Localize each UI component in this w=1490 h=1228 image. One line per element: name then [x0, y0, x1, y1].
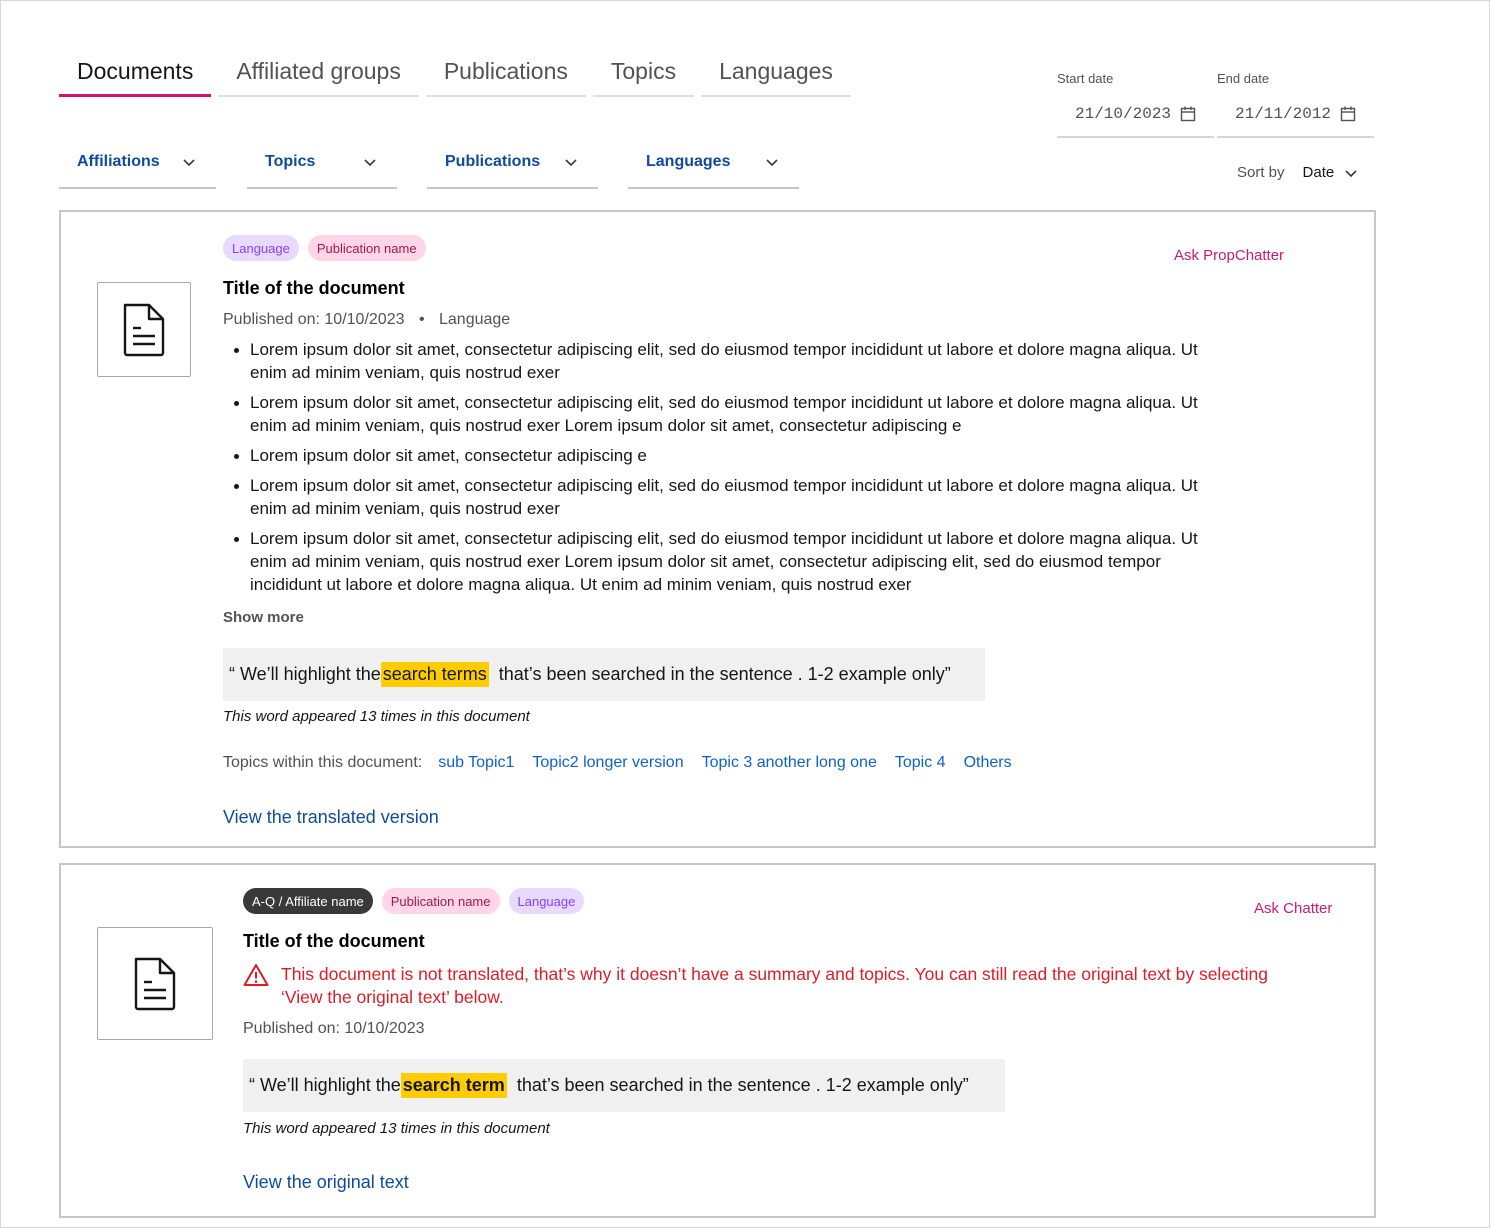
not-translated-warning: This document is not translated, that’s …: [243, 963, 1283, 1009]
app-frame: Documents Affiliated groups Publications…: [0, 0, 1490, 1228]
language-tag[interactable]: Language: [223, 235, 299, 261]
warning-icon: [243, 964, 269, 986]
list-item: Lorem ipsum dolor sit amet, consectetur …: [224, 527, 1234, 596]
meta-separator: •: [418, 311, 425, 328]
list-item: Lorem ipsum dolor sit amet, consectetur …: [224, 444, 1234, 467]
chevron-down-icon[interactable]: [1344, 168, 1358, 178]
filter-affiliations-label: Affiliations: [77, 153, 160, 170]
occurrence-count: This word appeared 13 times in this docu…: [223, 708, 530, 725]
calendar-icon[interactable]: [1180, 106, 1196, 122]
list-item: Lorem ipsum dolor sit amet, consectetur …: [224, 391, 1234, 437]
tab-topics[interactable]: Topics: [592, 53, 695, 97]
summary-list: Lorem ipsum dolor sit amet, consectetur …: [224, 338, 1234, 603]
publication-tag[interactable]: Publication name: [307, 235, 426, 261]
start-date-input[interactable]: 21/10/2023: [1057, 98, 1214, 138]
end-date-value: 21/11/2012: [1235, 105, 1332, 123]
affiliate-tag[interactable]: A-Q / Affiliate name: [243, 888, 373, 914]
tag-list: Language Publication name: [223, 235, 426, 261]
language-tag[interactable]: Language: [508, 888, 585, 914]
search-snippet: “ We’ll highlight the search terms that’…: [223, 648, 985, 701]
topics-row: Topics within this document: sub Topic1 …: [223, 754, 1030, 772]
start-date-picker: Start date 21/10/2023: [1057, 71, 1214, 138]
filter-topics[interactable]: Topics: [247, 145, 397, 189]
search-term-highlight: search terms: [380, 662, 489, 687]
tab-affiliated-groups[interactable]: Affiliated groups: [218, 53, 419, 97]
topic-link[interactable]: sub Topic1: [438, 754, 514, 772]
tag-list: A-Q / Affiliate name Publication name La…: [243, 888, 585, 914]
published-date: Published on: 10/10/2023: [223, 311, 405, 328]
published-date: Published on: 10/10/2023: [243, 1020, 425, 1037]
snippet-text-before: “ We’ll highlight the: [249, 1075, 401, 1095]
ask-chatter-link[interactable]: Ask Chatter: [1254, 900, 1332, 917]
filter-languages[interactable]: Languages: [628, 145, 799, 189]
occurrence-count: This word appeared 13 times in this docu…: [243, 1120, 550, 1137]
end-date-label: End date: [1217, 71, 1270, 86]
topics-label: Topics within this document:: [223, 754, 423, 771]
document-meta: Published on: 10/10/2023 • Language: [223, 311, 510, 329]
list-item: Lorem ipsum dolor sit amet, consectetur …: [224, 474, 1234, 520]
snippet-text-after: that’s been searched in the sentence . 1…: [488, 664, 951, 684]
document-card: A-Q / Affiliate name Publication name La…: [59, 863, 1376, 1218]
chevron-down-icon: [183, 159, 195, 167]
list-item: Lorem ipsum dolor sit amet, consectetur …: [224, 338, 1234, 384]
chevron-down-icon: [364, 159, 376, 167]
filter-publications[interactable]: Publications: [427, 145, 598, 189]
filter-publications-label: Publications: [445, 153, 541, 170]
snippet-text-after: that’s been searched in the sentence . 1…: [506, 1075, 969, 1095]
document-icon: [123, 303, 165, 356]
sort-by-label: Sort by: [1237, 164, 1285, 181]
filter-topics-label: Topics: [265, 153, 316, 170]
document-thumbnail[interactable]: [97, 927, 213, 1040]
filter-languages-label: Languages: [646, 153, 731, 170]
tab-documents[interactable]: Documents: [59, 53, 212, 97]
end-date-input[interactable]: 21/11/2012: [1217, 98, 1374, 138]
start-date-label: Start date: [1057, 71, 1114, 86]
view-translated-link[interactable]: View the translated version: [223, 807, 439, 828]
search-snippet: “ We’ll highlight the search term that’s…: [243, 1059, 1005, 1112]
tab-publications[interactable]: Publications: [425, 53, 586, 97]
sort-by-control: Sort by Date: [1237, 164, 1358, 181]
tab-bar: Documents Affiliated groups Publications…: [59, 53, 858, 97]
document-language: Language: [439, 311, 511, 328]
topic-link[interactable]: Topic 3 another long one: [702, 754, 877, 772]
calendar-icon[interactable]: [1340, 106, 1356, 122]
tab-languages[interactable]: Languages: [701, 53, 851, 97]
sort-by-select[interactable]: Date: [1303, 164, 1335, 181]
snippet-text-before: “ We’ll highlight the: [229, 664, 381, 684]
topic-link[interactable]: Others: [964, 754, 1012, 772]
document-title[interactable]: Title of the document: [243, 931, 425, 952]
show-more-button[interactable]: Show more: [223, 609, 304, 626]
search-term-highlight: search term: [400, 1073, 507, 1098]
document-icon: [134, 957, 176, 1010]
chevron-down-icon: [766, 159, 778, 167]
view-original-link[interactable]: View the original text: [243, 1172, 409, 1193]
ask-propchatter-link[interactable]: Ask PropChatter: [1174, 247, 1284, 264]
topic-link[interactable]: Topic2 longer version: [532, 754, 683, 772]
warning-text: This document is not translated, that’s …: [281, 964, 1269, 1007]
publication-tag[interactable]: Publication name: [381, 888, 500, 914]
document-card: Language Publication name Ask PropChatte…: [59, 210, 1376, 848]
document-title[interactable]: Title of the document: [223, 278, 405, 299]
document-thumbnail[interactable]: [97, 282, 191, 377]
chevron-down-icon: [565, 159, 577, 167]
filter-affiliations[interactable]: Affiliations: [59, 145, 216, 189]
topic-link[interactable]: Topic 4: [895, 754, 946, 772]
end-date-picker: End date 21/11/2012: [1217, 71, 1374, 138]
start-date-value: 21/10/2023: [1075, 105, 1172, 123]
